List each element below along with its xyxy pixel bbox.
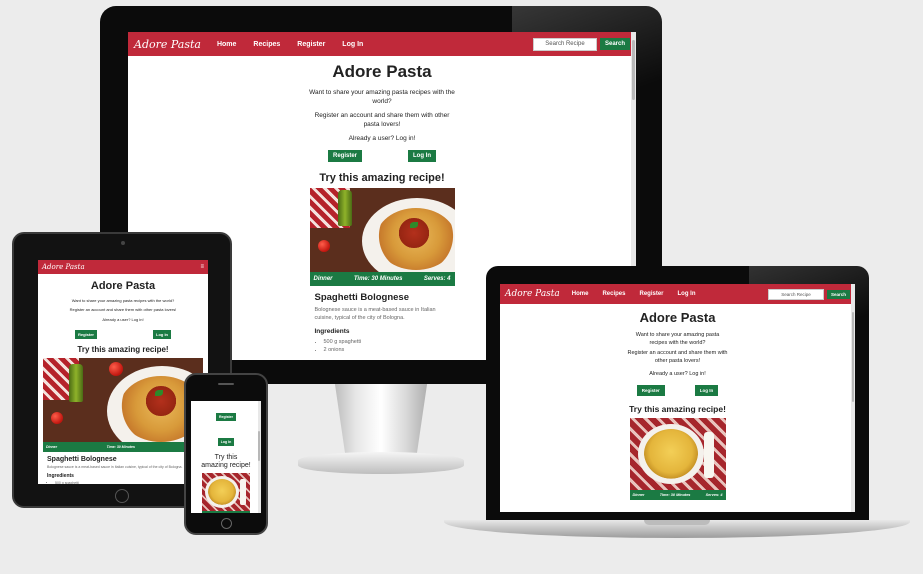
laptop-recipe-card[interactable]: Dinner Time: 30 Minutes Serves: 4 <box>629 418 726 500</box>
monitor-stand <box>334 384 428 454</box>
cook-time: Time: 30 Minutes <box>353 276 403 282</box>
ingredients-list: 500 g spaghetti 2 onions <box>324 338 455 354</box>
register-prompt: Register an account and share them with … <box>314 112 450 128</box>
nav-login-link[interactable]: Log In <box>342 41 363 48</box>
phone-featured-heading: Try this amazing recipe! <box>191 454 261 470</box>
laptop-page-title: Adore Pasta <box>639 310 716 325</box>
phone-recipe-card[interactable]: Dinner Time: 30 Minutes Serves: 4 <box>202 473 250 513</box>
laptop-recipe-info-bar: Dinner Time: 30 Minutes Serves: 4 <box>629 490 726 500</box>
nav-recipes-link[interactable]: Recipes <box>253 41 280 48</box>
tablet-featured-heading: Try this amazing recipe! <box>77 345 169 354</box>
laptop-search-form: Search Recipe Search <box>767 288 850 300</box>
intro-text: Want to share your amazing pasta recipes… <box>309 89 455 105</box>
laptop-scrollbar[interactable] <box>851 284 855 512</box>
tablet-ingredients-list: 500 g spaghetti <box>55 481 203 484</box>
search-input[interactable]: Search Recipe <box>532 37 597 51</box>
laptop-nav-home[interactable]: Home <box>572 291 589 297</box>
laptop-intro-text: Want to share your amazing pasta recipes… <box>635 332 720 346</box>
phone-scrollbar[interactable] <box>258 401 261 513</box>
tablet-navbar: Adore Pasta ≡ <box>38 260 208 274</box>
laptop: Adore Pasta Home Recipes Register Log In… <box>486 266 869 522</box>
meal-type: Dinner <box>313 276 333 282</box>
ingredient-item: 2 onions <box>324 346 455 354</box>
featured-heading: Try this amazing recipe! <box>319 172 445 184</box>
laptop-brand-logo[interactable]: Adore Pasta <box>505 289 560 299</box>
laptop-register-button[interactable]: Register <box>636 385 665 396</box>
navbar: Adore Pasta Home Recipes Register Log In… <box>128 32 636 56</box>
page-title: Adore Pasta <box>332 62 432 81</box>
phone-register-button[interactable]: Register <box>215 413 236 421</box>
phone-screen: Register Log In Try this amazing recipe!… <box>191 401 261 513</box>
tablet-login-button[interactable]: Log In <box>153 330 171 339</box>
login-button[interactable]: Log In <box>408 150 436 162</box>
tablet-recipe-card[interactable]: Dinner Time: 30 Minutes Serves: 4 Spaghe… <box>43 358 203 484</box>
laptop-login-button[interactable]: Log In <box>694 385 719 396</box>
brand-logo[interactable]: Adore Pasta <box>134 38 201 51</box>
laptop-servings: Serves: 4 <box>705 493 723 497</box>
recipe-card[interactable]: Dinner Time: 30 Minutes Serves: 4 Spaghe… <box>309 188 455 354</box>
tablet-meal-type: Dinner <box>46 445 58 449</box>
ingredient-item: 500 g spaghetti <box>324 338 455 346</box>
tablet-intro-text: Want to share your amazing pasta recipes… <box>71 298 175 303</box>
tablet-recipe-image <box>43 358 203 442</box>
tablet-register-prompt: Register an account and share them with … <box>69 307 177 312</box>
nav-register-link[interactable]: Register <box>297 41 325 48</box>
tablet-screen: Adore Pasta ≡ Adore Pasta Want to share … <box>38 260 208 484</box>
search-button[interactable]: Search <box>599 38 630 50</box>
tablet-cook-time: Time: 30 Minutes <box>106 445 135 449</box>
ingredient-item: 500 g spaghetti <box>55 481 203 484</box>
laptop-already-user: Already a user? Log in! <box>649 371 706 377</box>
search-form: Search Recipe Search <box>532 37 630 51</box>
recipe-info-bar: Dinner Time: 30 Minutes Serves: 4 <box>309 272 455 286</box>
already-user-text: Already a user? Log in! <box>348 135 416 142</box>
laptop-nav-recipes[interactable]: Recipes <box>602 291 625 297</box>
tablet-brand-logo[interactable]: Adore Pasta <box>42 263 85 271</box>
laptop-search-button[interactable]: Search <box>826 289 850 299</box>
tablet-recipe-info-bar: Dinner Time: 30 Minutes Serves: 4 <box>43 442 203 452</box>
tablet-ingredients-label: Ingredients <box>47 473 74 479</box>
phone-recipe-image <box>202 473 250 511</box>
nav-home-link[interactable]: Home <box>217 41 236 48</box>
laptop-meal-type: Dinner <box>632 493 645 497</box>
servings: Serves: 4 <box>423 276 451 282</box>
phone-login-button[interactable]: Log In <box>217 438 235 446</box>
hamburger-menu-icon[interactable]: ≡ <box>200 264 204 270</box>
monitor-base <box>298 452 464 474</box>
phone-recipe-info-bar: Dinner Time: 30 Minutes Serves: 4 <box>202 511 250 513</box>
recipe-image <box>309 188 455 272</box>
register-button[interactable]: Register <box>327 150 362 162</box>
tablet-already-user: Already a user? Log in! <box>102 317 144 322</box>
recipe-description: Bolognese sauce is a meat-based sauce in… <box>314 307 436 321</box>
laptop-navbar: Adore Pasta Home Recipes Register Log In… <box>500 284 855 304</box>
laptop-nav-login[interactable]: Log In <box>678 291 696 297</box>
phone-heading-line-1: Try this <box>214 454 238 461</box>
laptop-recipe-image <box>629 418 726 490</box>
phone-heading-line-2: amazing recipe! <box>201 462 251 469</box>
tablet-page-title: Adore Pasta <box>90 280 156 292</box>
tablet-register-button[interactable]: Register <box>74 330 97 339</box>
tablet-recipe-description: Bolognese sauce is a meat-based sauce in… <box>47 465 183 469</box>
laptop-search-input[interactable]: Search Recipe <box>767 288 824 300</box>
recipe-title: Spaghetti Bolognese <box>314 292 409 303</box>
laptop-nav-register[interactable]: Register <box>639 291 663 297</box>
laptop-featured-heading: Try this amazing recipe! <box>629 404 726 414</box>
ingredients-label: Ingredients <box>314 328 350 335</box>
phone: Register Log In Try this amazing recipe!… <box>184 373 268 535</box>
tablet-recipe-title: Spaghetti Bolognese <box>47 456 117 463</box>
laptop-cook-time: Time: 30 Minutes <box>659 493 691 497</box>
laptop-screen: Adore Pasta Home Recipes Register Log In… <box>500 284 855 512</box>
laptop-register-prompt: Register an account and share them with … <box>627 350 728 364</box>
